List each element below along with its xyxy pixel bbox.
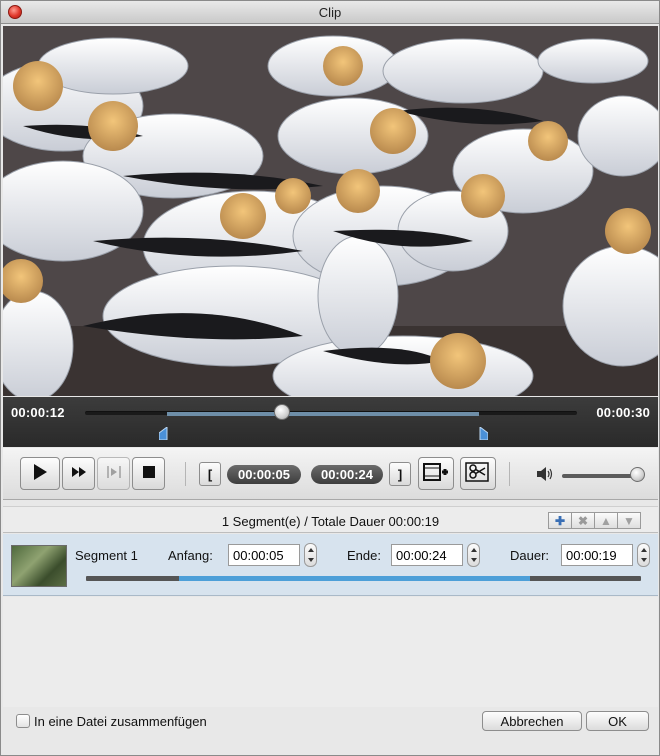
volume-icon (536, 466, 554, 485)
play-icon (32, 463, 48, 484)
clip-window: Clip 00:00:12 00:00:30 [00:00:05 00:00:… (0, 0, 660, 756)
move-down-button[interactable]: ▼ (617, 512, 641, 529)
window-title: Clip (318, 5, 342, 20)
end-marker[interactable] (479, 427, 488, 440)
timeline-area: 00:00:12 00:00:30 (3, 397, 658, 447)
set-start-button[interactable]: [ (199, 462, 221, 486)
cancel-button[interactable]: Abbrechen (482, 711, 582, 731)
start-label: Anfang: (168, 548, 213, 563)
segment-row[interactable]: Segment 1 Anfang: Ende: Dauer: (3, 534, 658, 596)
arrow-up-icon: ▲ (600, 513, 612, 528)
start-time-display: 00:00:05 (227, 465, 301, 484)
video-preview (3, 26, 658, 396)
end-label: Ende: (347, 548, 381, 563)
fast-forward-button[interactable] (62, 457, 95, 490)
segment-range-bar (86, 576, 641, 581)
move-up-button[interactable]: ▲ (594, 512, 618, 529)
separator (185, 462, 186, 486)
delete-icon: ✖ (577, 513, 589, 528)
start-time-stepper[interactable] (304, 543, 317, 567)
playback-controls: [ 00:00:05 00:00:24 ] (3, 448, 658, 500)
add-segment-button[interactable]: ✚ (548, 512, 572, 529)
segments-header: 1 Segment(e) / Totale Dauer 00:00:19 ✚ ✖… (3, 506, 658, 533)
video-frame-image (3, 26, 658, 396)
total-time: 00:00:30 (596, 405, 650, 420)
cut-clip-button[interactable] (460, 457, 496, 490)
current-time: 00:00:12 (11, 405, 65, 420)
play-button[interactable] (20, 457, 60, 490)
frame-step-icon (106, 465, 122, 482)
end-time-field[interactable] (391, 544, 463, 566)
volume-slider[interactable] (562, 474, 638, 478)
duration-label: Dauer: (510, 548, 550, 563)
dialog-footer: In eine Datei zusammenfügen Abbrechen OK (3, 707, 658, 755)
duration-stepper[interactable] (637, 543, 650, 567)
scissors-icon (465, 461, 491, 486)
merge-label: In eine Datei zusammenfügen (34, 714, 207, 729)
end-time-display: 00:00:24 (311, 465, 383, 484)
stop-button[interactable] (132, 457, 165, 490)
merge-checkbox[interactable] (16, 714, 30, 728)
start-marker[interactable] (159, 427, 168, 440)
segment-range-selection (178, 576, 530, 581)
segment-thumbnail (11, 545, 67, 587)
separator (509, 462, 510, 486)
delete-segment-button[interactable]: ✖ (571, 512, 595, 529)
add-clip-icon (423, 461, 449, 486)
fast-forward-icon (71, 466, 87, 481)
set-end-button[interactable]: ] (389, 462, 411, 486)
add-clip-button[interactable] (418, 457, 454, 490)
plus-icon: ✚ (554, 513, 566, 528)
frame-step-button[interactable] (97, 457, 130, 490)
arrow-down-icon: ▼ (623, 513, 635, 528)
playhead-thumb[interactable] (273, 404, 290, 420)
timeline-slider[interactable] (85, 411, 577, 416)
end-time-stepper[interactable] (467, 543, 480, 567)
segment-list-empty-area (3, 597, 658, 707)
title-bar: Clip (1, 1, 659, 24)
ok-button[interactable]: OK (586, 711, 649, 731)
stop-icon (142, 466, 155, 481)
timeline-selection (167, 412, 479, 416)
volume-thumb[interactable] (630, 467, 645, 482)
start-time-field[interactable] (228, 544, 300, 566)
segment-name: Segment 1 (75, 548, 138, 563)
duration-field[interactable] (561, 544, 633, 566)
